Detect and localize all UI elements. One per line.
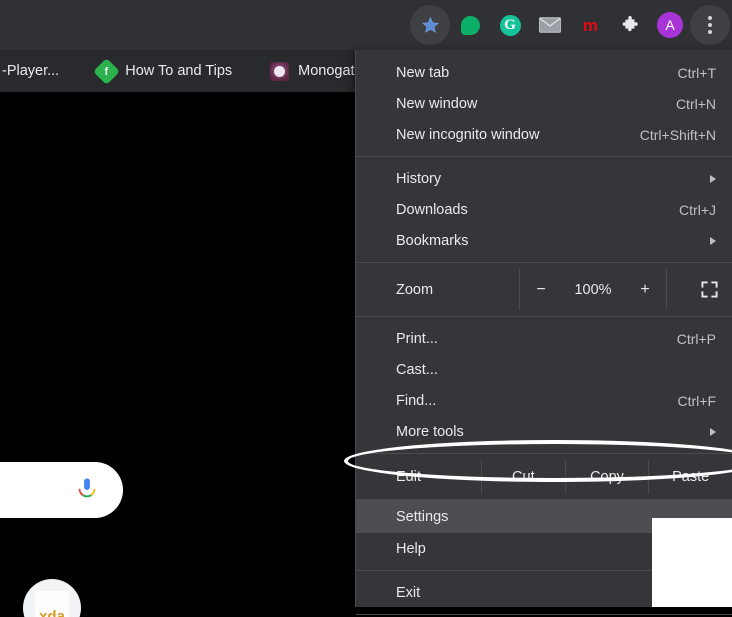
zoom-label: Zoom [396, 281, 434, 298]
menu-item-more-tools[interactable]: More tools [356, 416, 732, 447]
menu-item-print[interactable]: Print... Ctrl+P [356, 323, 732, 354]
menu-item-downloads[interactable]: Downloads Ctrl+J [356, 194, 732, 225]
menu-separator [356, 156, 732, 157]
menu-item-shortcut: Ctrl+N [675, 95, 716, 112]
menu-item-label: Downloads [396, 201, 468, 218]
bookmark-item-how-to-and-tips[interactable]: f How To and Tips [87, 57, 242, 86]
fullscreen-icon [701, 281, 718, 298]
menu-item-history[interactable]: History [356, 163, 732, 194]
menu-separator [356, 453, 732, 454]
three-dot-menu-button[interactable] [690, 5, 730, 45]
browser-toolbar: G m A [0, 0, 732, 50]
menu-item-find[interactable]: Find... Ctrl+F [356, 385, 732, 416]
xda-tile-inner: xda [35, 591, 69, 617]
menu-item-label: New window [396, 95, 478, 112]
menu-separator [356, 614, 732, 615]
chat-bubble-button[interactable] [450, 5, 490, 45]
browser-window: xda G m A -Player... f How To and Tips M… [0, 0, 732, 617]
google-search-box[interactable] [0, 462, 123, 518]
menu-item-label: Print... [396, 330, 438, 347]
three-dot-menu-icon [708, 16, 712, 34]
extensions-button[interactable] [610, 5, 650, 45]
zoom-controls: − 100% + [519, 269, 667, 310]
menu-item-label: Bookmarks [396, 232, 469, 249]
edit-copy-button[interactable]: Copy [564, 460, 649, 494]
menu-item-label: History [396, 170, 442, 187]
menu-item-label: New tab [396, 64, 450, 81]
bookmark-star-button[interactable] [410, 5, 450, 45]
avatar: A [657, 12, 683, 38]
edit-paste-button[interactable]: Paste [648, 460, 732, 494]
menu-item-cast[interactable]: Cast... [356, 354, 732, 385]
menu-item-label: More tools [396, 423, 464, 440]
menu-item-bookmarks[interactable]: Bookmarks [356, 225, 732, 256]
menu-item-new-window[interactable]: New window Ctrl+N [356, 88, 732, 119]
bookmark-item-player[interactable]: -Player... [0, 58, 69, 84]
menu-item-label: Find... [396, 392, 437, 409]
bookmark-star-icon [421, 16, 439, 33]
menu-item-shortcut: Ctrl+T [677, 64, 717, 81]
shortcut-label: xda [39, 608, 65, 617]
chevron-right-icon [710, 236, 716, 245]
edit-label: Edit [396, 469, 421, 485]
chevron-right-icon [710, 174, 716, 183]
microphone-icon[interactable] [77, 477, 97, 503]
menu-row-edit: Edit Cut Copy Paste [356, 460, 732, 494]
toolbar-icon-group: G m A [410, 0, 730, 50]
menu-item-label: New incognito window [396, 126, 540, 143]
grammarly-icon: G [499, 14, 521, 36]
monogatari-icon [270, 61, 290, 81]
shortcut-tile-xda[interactable]: xda [23, 579, 81, 617]
bookmark-label: -Player... [2, 63, 60, 79]
menu-item-shortcut: Ctrl+Shift+N [639, 126, 716, 143]
fullscreen-button[interactable] [667, 269, 732, 310]
menu-item-shortcut: Ctrl+J [679, 201, 716, 218]
m-extension-icon: m [582, 15, 598, 35]
zoom-in-button[interactable]: + [624, 281, 666, 299]
menu-separator [356, 262, 732, 263]
bookmark-label: How To and Tips [125, 63, 233, 79]
m-extension-button[interactable]: m [570, 5, 610, 45]
menu-item-new-incognito-window[interactable]: New incognito window Ctrl+Shift+N [356, 119, 732, 150]
menu-row-zoom: Zoom − 100% + [356, 269, 732, 310]
zoom-out-button[interactable]: − [520, 281, 562, 299]
mail-icon [539, 17, 561, 33]
feedly-icon: f [93, 57, 121, 85]
zoom-level-value: 100% [574, 281, 612, 298]
grammarly-button[interactable]: G [490, 5, 530, 45]
chat-bubble-icon [460, 15, 480, 35]
menu-separator [356, 316, 732, 317]
puzzle-extensions-icon [622, 16, 638, 32]
menu-item-label: Cast... [396, 361, 438, 378]
menu-item-shortcut: Ctrl+P [676, 330, 716, 347]
profile-avatar-button[interactable]: A [650, 5, 690, 45]
edit-cut-button[interactable]: Cut [481, 460, 565, 494]
chevron-right-icon [710, 427, 716, 436]
mail-button[interactable] [530, 5, 570, 45]
menu-item-new-tab[interactable]: New tab Ctrl+T [356, 57, 732, 88]
menu-item-shortcut: Ctrl+F [677, 392, 717, 409]
annotation-white-redaction-box [652, 518, 732, 607]
